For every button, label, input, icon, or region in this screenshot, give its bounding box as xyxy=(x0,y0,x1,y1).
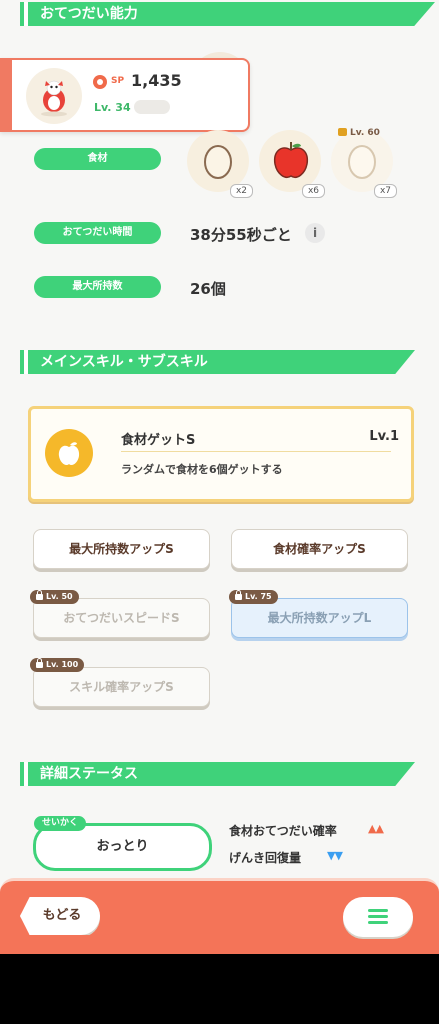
sp-label: SP xyxy=(111,76,125,86)
menu-button[interactable] xyxy=(343,897,413,937)
main-skill-name: 食材ゲットS xyxy=(121,433,196,448)
lock-icon xyxy=(338,128,347,136)
nature-down-label: げんき回復量 xyxy=(229,851,302,865)
lock-icon xyxy=(36,658,43,668)
sub-skill-5-lock-tag: Lv. 100 xyxy=(30,658,85,672)
nature-tag: せいかく xyxy=(34,816,87,831)
egg-icon xyxy=(204,145,232,179)
sub-skill-3-lock-tag: Lv. 50 xyxy=(30,590,79,604)
ingredient-slot-1[interactable]: x2 xyxy=(187,130,253,198)
help-time-value: 38分55秒ごと xyxy=(190,226,292,244)
ingredient-slot-2[interactable]: x6 xyxy=(259,130,325,198)
main-skill-card[interactable]: 食材ゲットS Lv.1 ランダムで食材を6個ゲットする xyxy=(28,406,414,502)
sub-skill-4-locked[interactable]: 最大所持数アップL xyxy=(231,598,408,638)
divider xyxy=(121,451,391,452)
egg-icon xyxy=(348,145,376,179)
sub-skill-3-locked[interactable]: おてつだいスピードS xyxy=(33,598,210,638)
main-skill-icon xyxy=(45,429,93,477)
sub-skill-4-lock-tag: Lv. 75 xyxy=(229,590,278,604)
section-header-ability: おてつだい能力 xyxy=(20,2,435,26)
lock-icon xyxy=(235,590,242,600)
sub-skill-2[interactable]: 食材確率アップS xyxy=(231,529,408,569)
sub-skill-1[interactable]: 最大所持数アップS xyxy=(33,529,210,569)
pokemon-level: Lv. 34 xyxy=(94,101,131,114)
pokemon-card[interactable]: SP 1,435 Lv. 34 xyxy=(0,58,250,132)
system-nav-bar xyxy=(0,954,439,1024)
ingredient-lock-tag: Lv. 60 xyxy=(338,128,380,138)
nature-up-marks: ▲▲ xyxy=(368,822,384,835)
max-carry-label: 最大所持数 xyxy=(34,276,161,298)
sp-value: 1,435 xyxy=(131,71,182,90)
ingredient-count: x7 xyxy=(373,184,397,198)
help-time-label: おてつだい時間 xyxy=(34,222,161,244)
max-carry-value: 26個 xyxy=(190,280,226,298)
apple-skill-icon xyxy=(58,442,80,466)
section-header-skills: メインスキル・サブスキル xyxy=(20,350,415,374)
lock-icon xyxy=(36,590,43,600)
ingredient-count: x6 xyxy=(301,184,325,198)
apple-icon xyxy=(273,142,309,178)
sp-icon xyxy=(93,75,107,89)
card-accent-bar xyxy=(0,60,12,130)
main-skill-description: ランダムで食材を6個ゲットする xyxy=(121,463,283,476)
section-header-details: 詳細ステータス xyxy=(20,762,415,786)
sub-skill-5-locked[interactable]: スキル確率アップS xyxy=(33,667,210,707)
ingredients-label: 食材 xyxy=(34,148,161,170)
hamburger-icon xyxy=(368,909,388,925)
pokemon-avatar xyxy=(26,68,82,124)
ingredient-slot-3[interactable]: x7 xyxy=(331,130,397,198)
nature-down-marks: ▼▼ xyxy=(327,849,343,862)
info-icon[interactable]: i xyxy=(305,223,325,243)
name-placeholder-blur xyxy=(134,100,170,114)
nature-up-label: 食材おてつだい確率 xyxy=(229,824,337,838)
ingredient-count: x2 xyxy=(229,184,253,198)
main-skill-level: Lv.1 xyxy=(369,429,399,444)
back-button[interactable]: もどる xyxy=(20,897,100,935)
